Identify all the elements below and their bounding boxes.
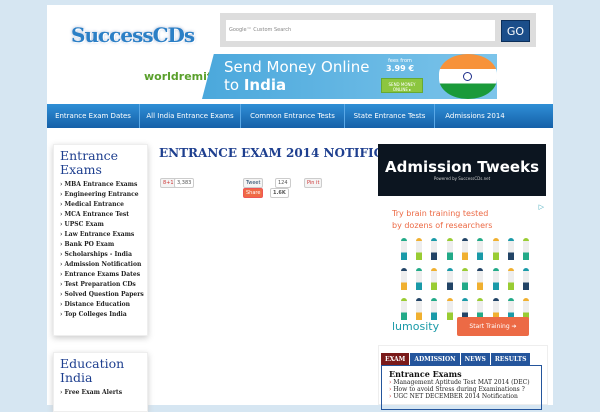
tab-heading: Entrance Exams [389,369,462,379]
nav-all-india-entrance-exams[interactable]: All India Entrance Exams [140,104,241,128]
person-figure [492,268,499,290]
site-logo[interactable]: SuccessCDs [71,23,195,47]
pinit-button[interactable]: Pin it [304,178,323,188]
person-figure [492,238,499,260]
sidebar-link[interactable]: Test Preparation CDs [60,280,141,290]
sidebar-heading: Education India [60,356,125,385]
admission-tweeks-banner[interactable]: Admission Tweeks Powered by SuccessCDs.n… [378,144,546,196]
tweet-button[interactable]: Tweet [243,178,264,188]
person-figure [431,238,438,260]
person-figure [431,268,438,290]
main-nav: Entrance Exam Dates All India Entrance E… [47,104,553,128]
sidebar-link[interactable]: Law Entrance Exams [60,230,141,240]
ad-line1: Send Money Online [224,58,370,76]
nav-admissions-2014[interactable]: Admissions 2014 [435,104,515,128]
person-figure [415,298,422,320]
lum-headline-2: by dozens of researchers [392,221,493,230]
tweet-count: 124 [275,178,291,188]
person-figure [400,238,407,260]
sidebar-link[interactable]: UPSC Exam [60,220,141,230]
lumosity-logo: lumosity [392,320,440,333]
nav-entrance-exam-dates[interactable]: Entrance Exam Dates [47,104,140,128]
sidebar-link[interactable]: MCA Entrance Test [60,210,141,220]
person-figure [415,238,422,260]
person-figure [507,268,514,290]
person-figure [446,238,453,260]
lum-headline: Try brain training tested by dozens of re… [392,208,492,232]
sidebar-heading: Entrance Exams [60,148,119,177]
sidebar-link[interactable]: Entrance Exams Dates [60,270,141,280]
go-button[interactable]: GO [501,20,530,42]
nav-state-entrance-tests[interactable]: State Entrance Tests [345,104,435,128]
lumosity-ad[interactable]: ▷ Try brain training tested by dozens of … [378,200,546,340]
person-figure [477,238,484,260]
person-figure [523,268,530,290]
sidebar-link[interactable]: Engineering Entrance [60,190,141,200]
sidebar-education-india: Education India Free Exam Alerts [53,352,148,412]
sidebar-link[interactable]: Medical Entrance [60,200,141,210]
tab-list-item[interactable]: UGC NET DECEMBER 2014 Notification [389,393,534,400]
person-figure [415,268,422,290]
share-count: 1.6K [270,188,289,198]
tab-list-item[interactable]: How to avoid Stress during Examinations … [389,386,534,393]
sidebar-entrance-exams: Entrance Exams MBA Entrance ExamsEnginee… [53,144,148,336]
search-input[interactable]: Google™ Custom Search [226,20,495,41]
person-figure [461,268,468,290]
admission-powered: Powered by SuccessCDs.net [433,176,491,181]
sidebar-link[interactable]: Distance Education [60,300,141,310]
lum-headline-1: Try brain training tested [392,209,489,218]
search-bar: Google™ Custom Search GO [220,13,536,47]
sidebar-link[interactable]: Bank PO Exam [60,240,141,250]
page: SuccessCDs Google™ Custom Search GO worl… [47,5,553,412]
send-money-button[interactable]: SEND MONEY ONLINE ▸ [381,78,423,93]
share-button[interactable]: Share [243,188,264,198]
sidebar-link[interactable]: Top Colleges India [60,310,141,320]
sidebar-link[interactable]: Admission Notification [60,260,142,270]
ad-panel: Send Money Online to India fees from 3.99… [202,54,497,99]
nav-common-entrance-tests[interactable]: Common Entrance Tests [241,104,345,128]
fees: fees from 3.99 € [380,58,420,73]
sidebar-link[interactable]: Solved Question Papers [60,290,144,300]
tab-list-item[interactable]: Management Aptitude Test MAT 2014 (DEC) [389,379,534,386]
india-flag-icon [439,54,497,99]
person-figure [400,298,407,320]
person-figure [523,238,530,260]
person-figure [507,238,514,260]
admission-title: Admission Tweeks [384,158,539,176]
ad-line2: to India [224,76,286,94]
person-figure [446,298,453,320]
banner-ad[interactable]: worldremit Send Money Online to India fe… [140,54,497,99]
people-illustration [396,238,534,320]
fees-value: 3.99 € [385,64,415,73]
adchoices-icon[interactable]: ▷ [539,203,544,211]
ad-line2-prefix: to [224,76,240,94]
worldremit-logo: worldremit [144,70,213,83]
gplus-count: 3,383 [174,178,195,188]
start-training-button[interactable]: Start Training ➔ [457,317,529,336]
sidebar-link[interactable]: Free Exam Alerts [60,388,141,398]
person-figure [431,298,438,320]
person-figure [446,268,453,290]
sidebar-link[interactable]: Scholarships - India [60,250,141,260]
tabs-widget: EXAM ADMISSION NEWS RESULTS Entrance Exa… [378,345,548,410]
person-figure [461,238,468,260]
person-figure [400,268,407,290]
sidebar-link[interactable]: MBA Entrance Exams [60,180,141,190]
ad-line2-bold: India [243,76,287,94]
tab-panel: Entrance Exams Management Aptitude Test … [381,365,542,410]
person-figure [477,268,484,290]
